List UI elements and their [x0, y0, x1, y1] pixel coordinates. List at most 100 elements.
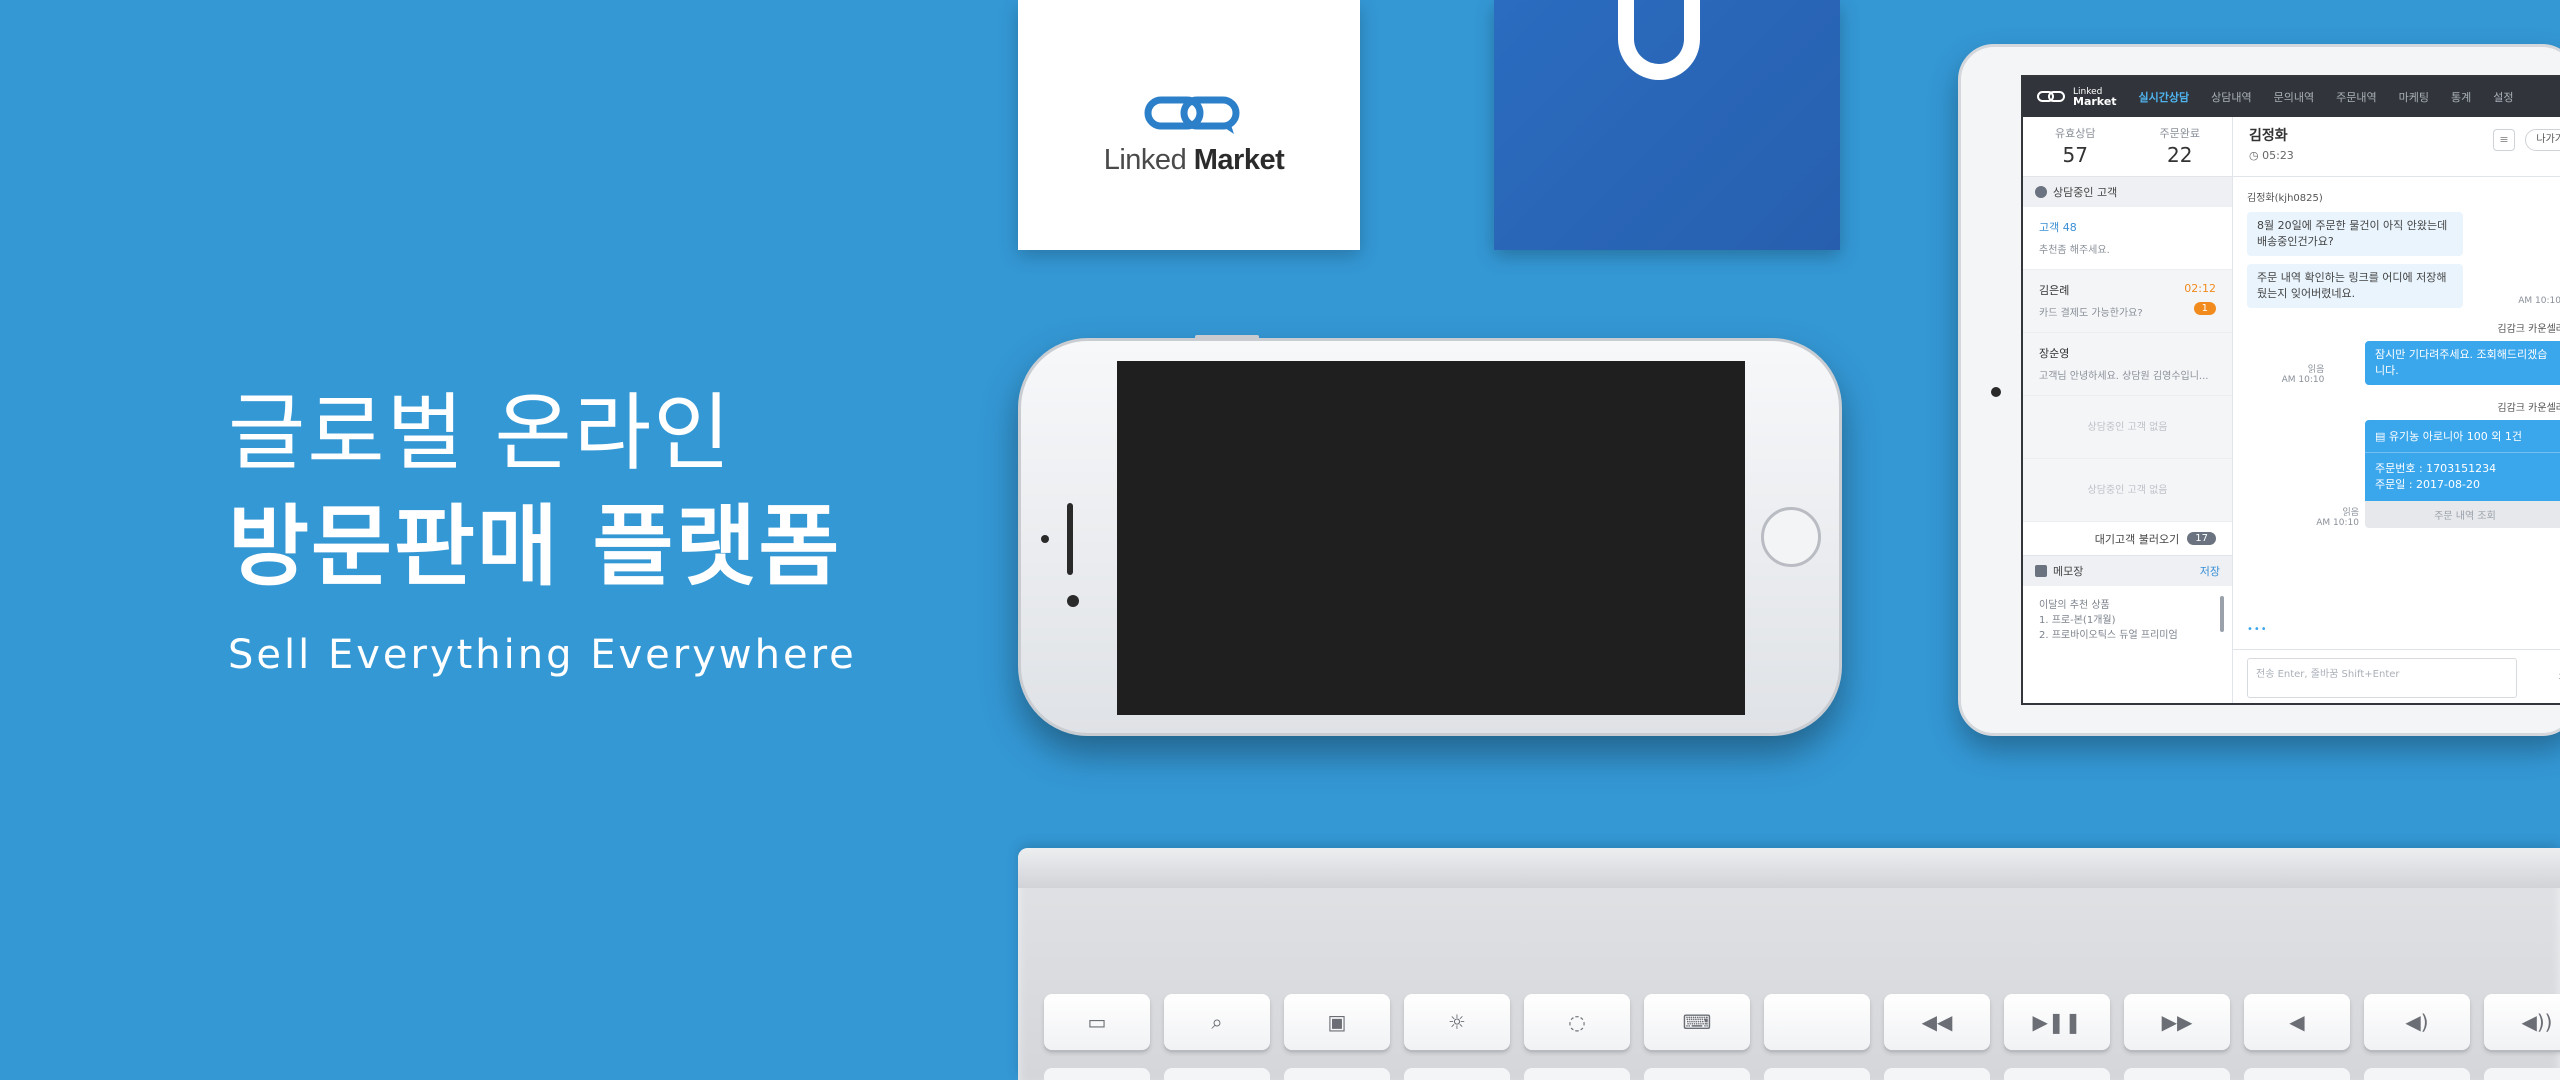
key[interactable]: [2244, 1068, 2350, 1080]
stat-valid-consults: 유효상담 57: [2055, 127, 2096, 167]
nav-stats[interactable]: 통계: [2451, 89, 2471, 105]
phone-camera: [1067, 595, 1079, 607]
key-home-icon[interactable]: ▭: [1044, 994, 1150, 1050]
key-play-pause-icon[interactable]: ▶❚❚: [2004, 994, 2110, 1050]
nav-chat-history[interactable]: 상담내역: [2211, 89, 2251, 105]
key[interactable]: [2364, 1068, 2470, 1080]
section-memo: 메모장 저장: [2023, 556, 2232, 586]
agent-message: 잠시만 기다려주세요. 조회해드리겠습니다.: [2364, 341, 2560, 385]
nav-marketing[interactable]: 마케팅: [2399, 89, 2429, 105]
phone-home-button: [1761, 507, 1821, 567]
session-item[interactable]: 고객 48 추천좀 해주세요.: [2023, 207, 2232, 270]
function-key-row: ▭ ⌕ ▣ ☼ ◌ ⌨ ◀◀ ▶❚❚ ▶▶ ◀ ◀) ◀)): [1044, 994, 2560, 1050]
customer-id: 김정화(kjh0825): [2247, 193, 2323, 204]
memo-area[interactable]: 이달의 추천 상품 1. 프로-본(1개월) 2. 프로바이오틱스 듀얼 프리미…: [2023, 586, 2232, 655]
hero-title-line2: 방문판매 플랫폼: [228, 495, 842, 598]
key[interactable]: [2004, 1068, 2110, 1080]
memo-scrollbar[interactable]: [2220, 596, 2224, 632]
key-screen-icon[interactable]: ▣: [1284, 994, 1390, 1050]
key[interactable]: [1404, 1068, 1510, 1080]
keyboard-top-edge: [1018, 848, 2560, 888]
document-icon[interactable]: ≡: [2493, 129, 2515, 151]
brand-logo: Linked Market: [1094, 92, 1294, 177]
key-rewind-icon[interactable]: ◀◀: [1884, 994, 1990, 1050]
key[interactable]: [1044, 1068, 1150, 1080]
key[interactable]: [1164, 1068, 1270, 1080]
key-dim-icon[interactable]: ◌: [1524, 994, 1630, 1050]
key-mute-icon[interactable]: ◀: [2244, 994, 2350, 1050]
phone-speaker: [1067, 503, 1073, 575]
brand-mark-icon: [1618, 0, 1700, 80]
agent-name: 김감크 카운셀러: [2497, 403, 2560, 414]
agent-name: 김감크 카운셀러: [2497, 324, 2560, 335]
message-input[interactable]: 전송 Enter, 줄바꿈 Shift+Enter: [2247, 658, 2517, 698]
order-lookup-button[interactable]: 주문 내역 조회: [2365, 501, 2560, 528]
nav-live-chat[interactable]: 실시간상담: [2139, 89, 2190, 105]
smartphone: [1018, 335, 1842, 736]
chat-icon: [2035, 186, 2047, 198]
business-card-blue: [1494, 0, 1840, 250]
chat-app: Linked Market 실시간상담 상담내역 문의내역 주문내역 마케팅 통계…: [2021, 75, 2560, 705]
session-timer: 02:12: [2184, 282, 2216, 295]
hero-title-line1: 글로벌 온라인: [228, 384, 733, 482]
key-volume-up-icon[interactable]: ◀)): [2484, 994, 2560, 1050]
nav-inquiries[interactable]: 문의내역: [2274, 89, 2314, 105]
stats-row: 유효상담 57 주문완료 22: [2023, 117, 2232, 177]
message-meta: 읽음 AM 10:10: [2281, 365, 2325, 385]
load-waiting-button[interactable]: 대기고객 불러오기 17: [2023, 522, 2232, 556]
key[interactable]: [1644, 1068, 1750, 1080]
key-blank[interactable]: [1764, 994, 1870, 1050]
section-consulting: 상담중인 고객: [2023, 177, 2232, 207]
order-title: ▤ 유기농 아로니아 100 외 1건: [2365, 420, 2560, 453]
key-row-2: [1044, 1068, 2560, 1080]
phone-sensor: [1041, 535, 1049, 543]
chat-header: 김정화 ◷ 05:23 ≡ 나가기: [2233, 117, 2560, 177]
key[interactable]: [2484, 1068, 2560, 1080]
memo-save-button[interactable]: 저장: [2200, 563, 2220, 579]
chat-panel: 김정화 ◷ 05:23 ≡ 나가기 김정화(kjh0825) 8월 20일에 주…: [2233, 117, 2560, 703]
unread-badge: 1: [2193, 302, 2216, 315]
key[interactable]: [1284, 1068, 1390, 1080]
key-search-icon[interactable]: ⌕: [1164, 994, 1270, 1050]
tablet: Linked Market 실시간상담 상담내역 문의내역 주문내역 마케팅 통계…: [1958, 44, 2560, 736]
key-brightness-icon[interactable]: ☼: [1404, 994, 1510, 1050]
exit-button[interactable]: 나가기: [2525, 129, 2560, 151]
memo-icon: [2035, 565, 2047, 577]
brand-wordmark: Linked Market: [1103, 144, 1285, 176]
chain-link-icon: [2037, 91, 2065, 102]
sidebar: 유효상담 57 주문완료 22 상담중인 고객 고객 48 추천좀 해주세요.: [2023, 117, 2233, 703]
business-card-white: Linked Market: [1018, 0, 1360, 250]
hero-tagline: Sell Everything Everywhere: [228, 632, 857, 678]
key[interactable]: [1884, 1068, 1990, 1080]
key-volume-down-icon[interactable]: ◀): [2364, 994, 2470, 1050]
stat-orders-complete: 주문완료 22: [2159, 127, 2200, 167]
typing-indicator: •••: [2247, 624, 2268, 635]
chain-link-icon: [1144, 96, 1240, 134]
key-forward-icon[interactable]: ▶▶: [2124, 994, 2230, 1050]
session-item[interactable]: 김은례 카드 결제도 가능한가요? 02:12 1: [2023, 270, 2232, 333]
message-meta: 읽음 AM 10:10: [2316, 508, 2359, 528]
key-keyboard-icon[interactable]: ⌨: [1644, 994, 1750, 1050]
key[interactable]: [1764, 1068, 1870, 1080]
key[interactable]: [1524, 1068, 1630, 1080]
app-nav-bar: Linked Market 실시간상담 상담내역 문의내역 주문내역 마케팅 통계…: [2023, 77, 2560, 117]
nav-orders[interactable]: 주문내역: [2336, 89, 2376, 105]
chat-timer: ◷ 05:23: [2249, 149, 2294, 162]
tablet-camera: [1991, 387, 2001, 397]
order-card: ▤ 유기농 아로니아 100 외 1건 주문번호 : 1703151234 주문…: [2365, 420, 2560, 528]
hero: 글로벌 온라인 방문판매 플랫폼 Sell Everything Everywh…: [228, 378, 857, 678]
empty-slot: 상담중인 고객 없음: [2023, 396, 2232, 459]
phone-side-button: [1195, 335, 1259, 340]
phone-screen: [1117, 361, 1745, 715]
order-details: 주문번호 : 1703151234 주문일 : 2017-08-20: [2365, 453, 2560, 501]
compose-area: 전송 Enter, 줄바꿈 Shift+Enter 전송: [2233, 649, 2560, 703]
message-list: 김정화(kjh0825) 8월 20일에 주문한 물건이 아직 안왔는데 배송중…: [2233, 177, 2560, 647]
app-logo[interactable]: Linked Market: [2037, 87, 2117, 108]
empty-slot: 상담중인 고객 없음: [2023, 459, 2232, 522]
keyboard: ▭ ⌕ ▣ ☼ ◌ ⌨ ◀◀ ▶❚❚ ▶▶ ◀ ◀) ◀)): [1018, 848, 2560, 1080]
waiting-count-badge: 17: [2187, 532, 2216, 545]
nav-settings[interactable]: 설정: [2493, 89, 2513, 105]
customer-message: 8월 20일에 주문한 물건이 아직 안왔는데 배송중인건가요?: [2247, 212, 2463, 256]
session-item[interactable]: 장순영 고객님 안녕하세요. 상담원 김영수입니...: [2023, 333, 2232, 396]
key[interactable]: [2124, 1068, 2230, 1080]
